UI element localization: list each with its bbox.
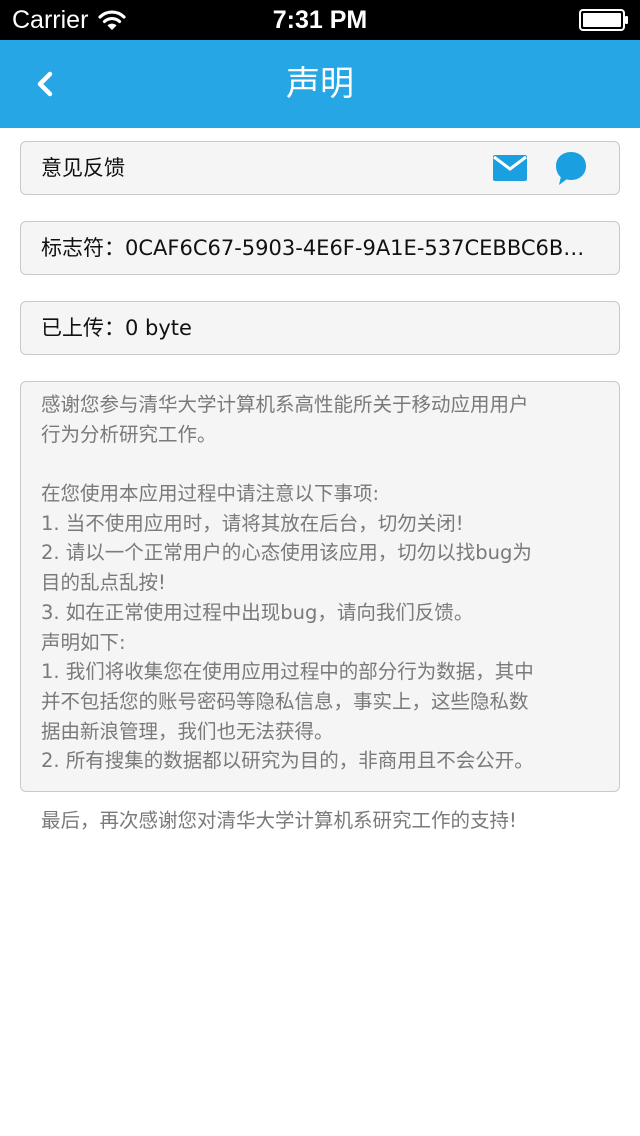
status-time: 7:31 PM — [272, 6, 368, 34]
identifier-cell: 标志符：0CAF6C67-5903-4E6F-9A1E-537CEBBC6B… — [20, 221, 620, 275]
identifier-text: 标志符：0CAF6C67-5903-4E6F-9A1E-537CEBBC6B… — [41, 236, 585, 260]
uploaded-cell: 已上传：0 byte — [20, 301, 620, 355]
statement-line: 声明如下: — [41, 630, 126, 654]
statement-line: 据由新浪管理，我们也无法获得。 — [41, 719, 334, 743]
statement-line: 在您使用本应用过程中请注意以下事项: — [41, 482, 380, 506]
statement-line: 1. 当不使用应用时，请将其放在后台，切勿关闭! — [41, 511, 464, 535]
navigation-bar: 声明 — [0, 40, 640, 128]
statement-line: 3. 如在正常使用过程中出现bug，请向我们反馈。 — [41, 600, 474, 624]
mail-icon[interactable] — [493, 155, 527, 181]
back-chevron-icon[interactable] — [26, 62, 70, 106]
statement-line: 2. 请以一个正常用户的心态使用该应用，切勿以找bug为 — [41, 541, 532, 565]
statement-line: 目的乱点乱按! — [41, 571, 166, 595]
uploaded-text: 已上传：0 byte — [41, 316, 192, 340]
statement-line — [41, 776, 603, 806]
statement-line: 并不包括您的账号密码等隐私信息，事实上，这些隐私数 — [41, 689, 529, 713]
statement-line — [41, 449, 603, 479]
statement-line: 2. 所有搜集的数据都以研究为目的，非商用且不会公开。 — [41, 749, 534, 773]
battery-icon — [579, 9, 628, 31]
statement-line: 行为分析研究工作。 — [41, 422, 217, 446]
page-title: 声明 — [286, 64, 354, 104]
statement-text-box[interactable]: 感谢您参与清华大学计算机系高性能所关于移动应用用户 行为分析研究工作。 在您使用… — [20, 381, 620, 832]
feedback-cell[interactable]: 意见反馈 — [20, 141, 620, 195]
statement-line: 感谢您参与清华大学计算机系高性能所关于移动应用用户 — [41, 393, 529, 416]
chat-bubble-icon[interactable] — [554, 150, 588, 188]
statement-line: 最后，再次感谢您对清华大学计算机系研究工作的支持! — [41, 808, 517, 832]
feedback-label: 意见反馈 — [41, 156, 125, 180]
statement-line: 1. 我们将收集您在使用应用过程中的部分行为数据，其中 — [41, 660, 534, 684]
status-bar: Carrier 7:31 PM — [0, 0, 640, 40]
